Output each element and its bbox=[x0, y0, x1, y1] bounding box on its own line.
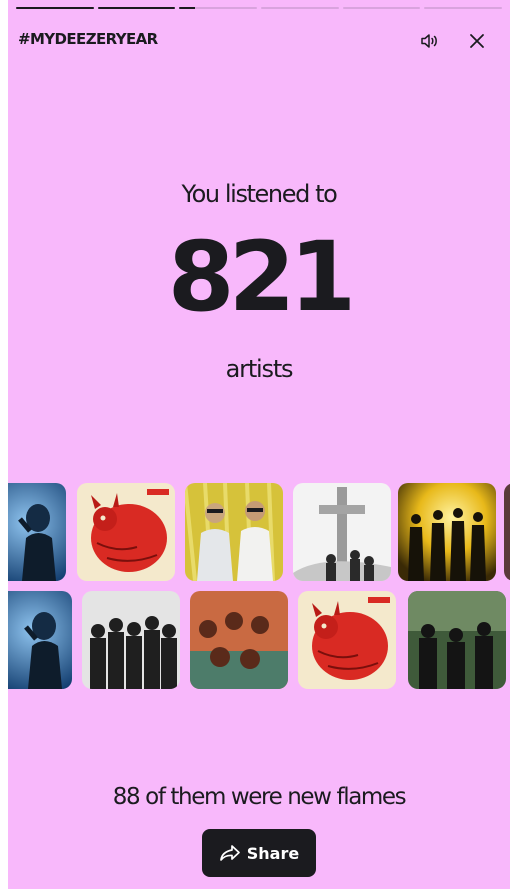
artist-count: 821 bbox=[167, 221, 356, 333]
share-label: Share bbox=[246, 843, 300, 863]
artist-image-partial bbox=[504, 483, 510, 581]
artist-image-concert-singer bbox=[8, 483, 66, 581]
share-arrow-icon bbox=[219, 845, 240, 861]
artist-image-cross-monument bbox=[293, 483, 391, 581]
progress-segment bbox=[342, 7, 421, 9]
close-button[interactable] bbox=[464, 28, 490, 54]
new-artists-text: 88 of them were new flames bbox=[112, 784, 407, 810]
progress-fill bbox=[97, 7, 176, 9]
progress-segment bbox=[16, 7, 94, 9]
progress-fill bbox=[16, 7, 94, 9]
album-cover-red-demon bbox=[298, 591, 396, 689]
story-card: #MYDEEZERYEAR You listened to 821 artist… bbox=[8, 0, 510, 889]
progress-fill bbox=[179, 7, 195, 9]
artist-image-concert-singer bbox=[8, 591, 72, 689]
progress-segment bbox=[424, 7, 503, 9]
sound-toggle-button[interactable] bbox=[416, 28, 442, 54]
speaker-icon bbox=[421, 34, 437, 48]
hashtag-title: #MYDEEZERYEAR bbox=[18, 30, 158, 48]
artist-image-band-silhouette-yellow bbox=[398, 483, 496, 581]
share-button[interactable]: Share bbox=[202, 829, 316, 877]
story-progress-bar bbox=[16, 7, 503, 9]
artist-image-band-black-white bbox=[82, 591, 180, 689]
progress-segment bbox=[261, 7, 339, 9]
progress-segment-current bbox=[179, 7, 258, 9]
progress-segment bbox=[97, 7, 176, 9]
artist-image-band-outdoor bbox=[408, 591, 506, 689]
stat-unit: artists bbox=[225, 355, 294, 383]
album-cover-red-demon bbox=[77, 483, 175, 581]
close-icon bbox=[470, 34, 484, 48]
stat-headline: You listened to bbox=[181, 180, 338, 208]
artist-image-band-orange-tint bbox=[190, 591, 288, 689]
artist-image-duo-yellow-wall bbox=[185, 483, 283, 581]
